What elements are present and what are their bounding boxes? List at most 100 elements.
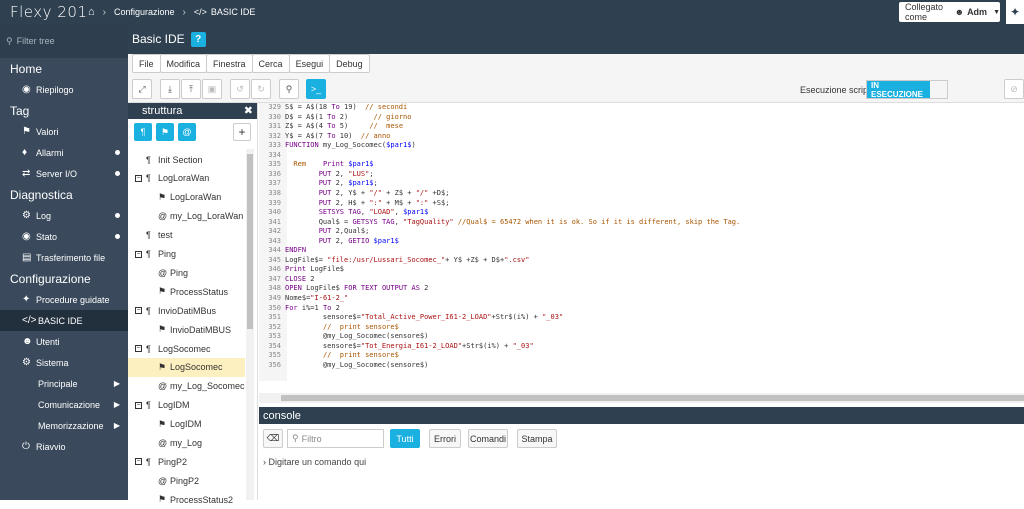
section-configurazione[interactable]: Configurazione [0,268,128,289]
menu-finestra[interactable]: Finestra [206,54,253,73]
code-line[interactable]: 349 Nome$="I-61-2_" [259,294,1024,304]
code-line[interactable]: 332 Y$ = A$(7 To 10) // anno [259,132,1024,142]
undo-button[interactable]: ↺ [230,79,250,99]
add-section-button[interactable]: ¶ [134,123,152,141]
clear-button[interactable]: ⌫ [263,429,283,448]
terminal-button[interactable]: >_ [306,79,326,99]
sidebar-item-trasferimento-file[interactable]: ▤ Trasferimento file [0,247,128,268]
menu-cerca[interactable]: Cerca [251,54,290,73]
collapse-icon[interactable]: − [135,345,142,352]
download-button[interactable]: ⤓ [160,79,180,99]
tree-node[interactable]: @ my_Log_LoraWan [128,207,245,226]
code-line[interactable]: 346 Print LogFile$ [259,265,1024,275]
code-line[interactable]: 344 ENDFN [259,246,1024,256]
tree-node[interactable]: ⚑ LogIDM [128,415,245,434]
tree-node[interactable]: @ my_Log [128,434,245,453]
sidebar-item-server-io[interactable]: ⇄ Server I/O [0,163,128,184]
help-icon[interactable]: ? [190,31,206,47]
sidebar-item-principale[interactable]: Principale ▶ [0,373,128,394]
code-line[interactable]: 350 For i%=1 To 2 [259,304,1024,314]
add-function-button[interactable]: @ [178,123,196,141]
collapse-icon[interactable]: − [135,174,142,182]
menu-debug[interactable]: Debug [329,54,370,73]
sidebar-item-stato[interactable]: ◉ Stato [0,226,128,247]
sidebar-item-comunicazione[interactable]: Comunicazione ▶ [0,394,128,415]
filter-print-button[interactable]: Stampa [517,429,557,448]
collapse-icon[interactable]: − [135,458,142,466]
sidebar-item-sistema[interactable]: ⚙ Sistema [0,352,128,373]
console-filter-input[interactable]: ⚲ Filtro [287,429,384,448]
collapse-icon[interactable]: − [135,250,142,258]
tree-node[interactable]: − ¶ LogSocomec [128,339,245,358]
sidebar-item-log[interactable]: ⚙ Log [0,205,128,226]
console-prompt[interactable]: › Digitare un comando qui [263,457,366,467]
menu-file[interactable]: File [132,54,161,73]
redo-button[interactable]: ↻ [251,79,271,99]
code-line[interactable]: 340 SETSYS TAG, "LOAD", $par1$ [259,208,1024,218]
editor-scroll-thumb[interactable] [281,395,1024,401]
add-button[interactable]: + [233,123,251,141]
sidebar-item-utenti[interactable]: ☻ Utenti [0,331,128,352]
section-home[interactable]: Home [0,58,128,79]
code-line[interactable]: 342 PUT 2,Qual$; [259,227,1024,237]
tree-node[interactable]: − ¶ PingP2 [128,452,245,471]
code-line[interactable]: 347 CLOSE 2 [259,275,1024,285]
code-line[interactable]: 330 D$ = A$(1 To 2) // giorno [259,113,1024,123]
menu-esegui[interactable]: Esegui [288,54,331,73]
code-line[interactable]: 337 PUT 2, $par1$; [259,179,1024,189]
tree-node[interactable]: ¶ test [128,226,245,245]
code-line[interactable]: 341 Qual$ = GETSYS TAG, "TagQuality" //Q… [259,218,1024,228]
code-line[interactable]: 336 PUT 2, "LUS"; [259,170,1024,180]
home-icon[interactable]: ⌂ [88,6,95,18]
tree-node[interactable]: − ¶ InvioDatiMBus [128,301,245,320]
section-tag[interactable]: Tag [0,100,128,121]
tree-node[interactable]: ⚑ LogSocomec [128,357,245,377]
editor-hscrollbar[interactable] [259,393,1024,403]
sidebar-item-valori[interactable]: ⚑ Valori [0,121,128,142]
breadcrumb-configurazione[interactable]: Configurazione [114,7,175,17]
tree-node[interactable]: ⚑ LogLoraWan [128,188,245,207]
tree-node[interactable]: @ my_Log_Socomec [128,377,245,396]
code-line[interactable]: 333 FUNCTION my_Log_Socomec($par1$) [259,141,1024,151]
tree-scroll-thumb[interactable] [247,154,253,329]
filter-all-button[interactable]: Tutti [390,429,420,448]
tree-node[interactable]: @ PingP2 [128,471,245,490]
filter-commands-button[interactable]: Comandi [468,429,508,448]
sidebar-item-riavvio[interactable]: ⏻ Riavvio [0,436,128,457]
code-line[interactable]: 353 @my_Log_Socomec(sensore$) [259,332,1024,342]
filter-errors-button[interactable]: Errori [429,429,461,448]
search-button[interactable]: ⚲ [279,79,299,99]
upload-button[interactable]: ⤒ [181,79,201,99]
code-line[interactable]: 339 PUT 2, H$ + ":" + M$ + ":" +S$; [259,199,1024,209]
code-line[interactable]: 354 sensore$="Tot_Energia_I61-2_LOAD"+St… [259,342,1024,352]
menu-modifica[interactable]: Modifica [159,54,208,73]
tree-node[interactable]: − ¶ LogLoraWan [128,169,245,188]
filter-tree-input[interactable]: ⚲ Filter tree [0,24,128,58]
code-line[interactable]: 343 PUT 2, GETIO $par1$ [259,237,1024,247]
tree-node[interactable]: ¶ Init Section [128,150,245,169]
expand-button[interactable]: ⤢ [132,79,152,99]
exec-toggle[interactable]: IN ESECUZIONE [866,80,948,99]
code-line[interactable]: 329 S$ = A$(18 To 19) // secondi [259,103,1024,113]
collapse-icon[interactable]: − [135,307,142,315]
tree-scrollbar[interactable] [246,149,254,500]
section-diagnostica[interactable]: Diagnostica [0,184,128,205]
code-line[interactable]: 355 // print sensore$ [259,351,1024,361]
sidebar-item-allarmi[interactable]: ♦ Allarmi [0,142,128,163]
tree-node[interactable]: @ Ping [128,263,245,282]
close-icon[interactable]: ✖ [244,104,253,117]
save-button[interactable]: ▣ [202,79,222,99]
user-menu-button[interactable]: Collegato come ☻ Adm ▼ [899,2,1000,22]
code-line[interactable]: 356 @my_Log_Socomec(sensore$) [259,361,1024,371]
code-line[interactable]: 334 [259,151,1024,161]
add-label-button[interactable]: ⚑ [156,123,174,141]
code-line[interactable]: 331 Z$ = A$(4 To 5) // mese [259,122,1024,132]
breadcrumb-basic-ide[interactable]: BASIC IDE [211,7,256,17]
code-editor[interactable]: 329 S$ = A$(18 To 19) // secondi 330 D$ = A… [259,103,1024,381]
sidebar-item-memorizzazione[interactable]: Memorizzazione ▶ [0,415,128,436]
code-line[interactable]: 345 LogFile$= "file:/usr/Lussari_Socomec_… [259,256,1024,266]
code-line[interactable]: 351 sensore$="Total_Active_Power_I61-2_L… [259,313,1024,323]
code-line[interactable]: 352 // print sensore$ [259,323,1024,333]
magic-wand-button[interactable]: ✦ [1006,0,1024,24]
tree-node[interactable]: ⚑ InvioDatiMBUS [128,320,245,339]
